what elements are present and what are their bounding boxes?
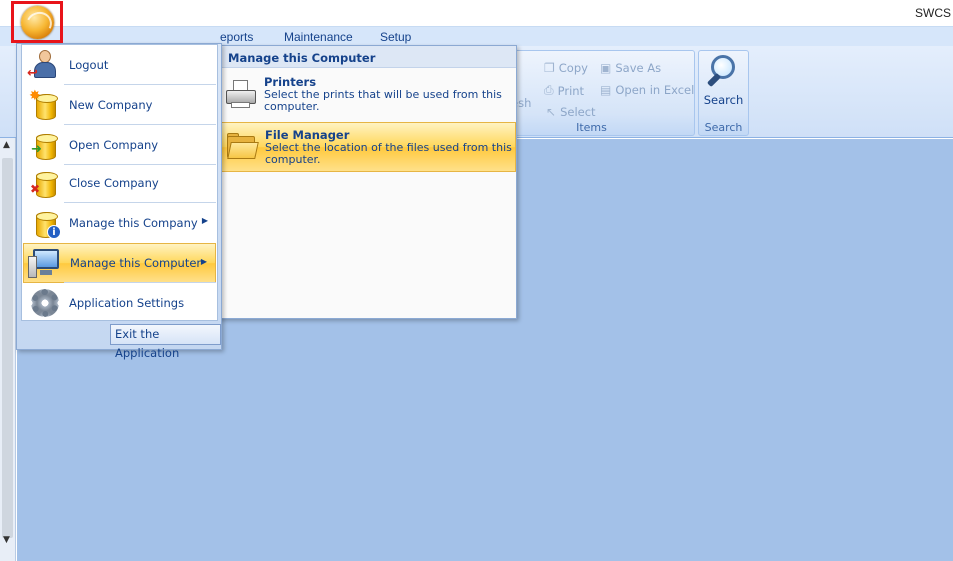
- menu-item-manage-computer[interactable]: Manage this Computer ▶: [23, 243, 216, 283]
- submenu-arrow-icon: ▶: [201, 216, 208, 225]
- printer-icon: [224, 78, 258, 110]
- open-in-excel-label: Open in Excel: [615, 83, 695, 97]
- menu-item-manage-company[interactable]: i Manage this Company ▶: [23, 203, 216, 243]
- tab-maintenance[interactable]: Maintenance: [284, 30, 353, 44]
- application-menu-list: ↩ Logout ✸ New Company ➜ Open Company ✖ …: [21, 44, 218, 321]
- open-database-icon: ➜: [27, 128, 61, 162]
- select-cursor-icon: ↖: [546, 105, 557, 119]
- scroll-up-icon[interactable]: ▲: [3, 140, 10, 150]
- save-as-button[interactable]: ▣ Save As: [600, 61, 661, 75]
- menu-item-label: Close Company: [69, 176, 159, 190]
- database-info-icon: i: [27, 206, 61, 240]
- print-icon: ⎙: [544, 83, 554, 97]
- copy-icon: ❐: [544, 61, 555, 75]
- menu-item-label: Manage this Computer: [70, 256, 202, 270]
- submenu-item-printers[interactable]: Printers Select the prints that will be …: [220, 70, 516, 120]
- menu-item-new-company[interactable]: ✸ New Company: [23, 85, 216, 125]
- print-label: Print: [557, 83, 585, 98]
- title-bar: SWCS: [0, 0, 953, 26]
- menu-item-application-settings[interactable]: Application Settings: [23, 283, 216, 323]
- scroll-down-icon[interactable]: ▼: [3, 535, 10, 545]
- application-orb-icon[interactable]: [21, 6, 54, 39]
- menu-item-label: Application Settings: [69, 296, 185, 310]
- menu-item-label: Open Company: [69, 138, 159, 152]
- close-database-icon: ✖: [27, 166, 61, 200]
- tab-reports[interactable]: eports: [220, 30, 253, 44]
- select-button[interactable]: ↖ Select: [546, 105, 596, 119]
- gear-icon: [27, 286, 61, 320]
- search-button-label: Search: [703, 93, 744, 107]
- menu-item-open-company[interactable]: ➜ Open Company: [23, 125, 216, 165]
- submenu-title: Manage this Computer: [219, 46, 516, 68]
- print-button[interactable]: ⎙ Print: [544, 83, 584, 98]
- submenu-item-title: File Manager: [265, 128, 350, 142]
- logout-user-icon: ↩: [27, 48, 61, 82]
- submenu-item-title: Printers: [264, 75, 317, 89]
- submenu-item-description: Select the location of the files used fr…: [265, 141, 512, 166]
- open-in-excel-button[interactable]: ▤ Open in Excel: [600, 83, 694, 97]
- submenu-arrow-icon: ▶: [200, 257, 207, 266]
- tab-setup[interactable]: Setup: [380, 30, 411, 44]
- menu-item-label: Logout: [69, 58, 109, 72]
- new-database-icon: ✸: [27, 88, 61, 122]
- submenu-item-description: Select the prints that will be used from…: [264, 88, 502, 113]
- menu-item-close-company[interactable]: ✖ Close Company: [23, 163, 216, 203]
- window-title: SWCS: [915, 6, 951, 20]
- excel-icon: ▤: [600, 83, 612, 97]
- left-scrollbar[interactable]: ▲ ▼: [0, 138, 16, 561]
- application-menu: ↩ Logout ✸ New Company ➜ Open Company ✖ …: [16, 43, 222, 360]
- select-label: Select: [560, 105, 596, 119]
- search-button[interactable]: Search: [699, 55, 748, 107]
- folder-icon: [225, 131, 259, 163]
- computer-icon: [28, 246, 62, 280]
- magnifier-icon: [706, 55, 741, 89]
- save-as-label: Save As: [615, 61, 662, 75]
- search-group: Search Search: [698, 50, 749, 136]
- submenu-item-file-manager[interactable]: File Manager Select the location of the …: [220, 122, 516, 172]
- search-group-label: Search: [704, 121, 743, 134]
- exit-application-button[interactable]: Exit the Application: [110, 324, 221, 360]
- copy-button[interactable]: ❐ Copy: [544, 61, 588, 75]
- copy-label: Copy: [558, 61, 588, 75]
- items-group-label: Items: [576, 121, 607, 134]
- scroll-thumb[interactable]: [2, 158, 13, 538]
- application-button-highlight[interactable]: [11, 1, 63, 43]
- menu-item-logout[interactable]: ↩ Logout: [23, 45, 216, 85]
- menu-item-label: New Company: [69, 98, 153, 112]
- menu-item-label: Manage this Company: [69, 216, 198, 230]
- save-as-icon: ▣: [600, 61, 612, 75]
- manage-computer-submenu: Manage this Computer Printers Select the…: [218, 45, 517, 319]
- items-group: esh ❐ Copy ▣ Save As ⎙ Print ▤ Open in E…: [488, 50, 695, 136]
